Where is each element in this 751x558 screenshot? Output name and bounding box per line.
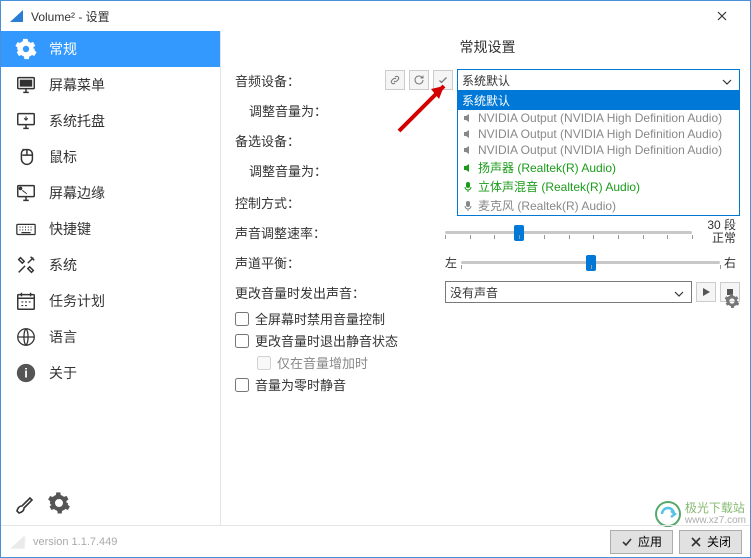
label-volume-speed: 声音调整速率： — [235, 223, 385, 242]
balance-slider[interactable] — [461, 261, 720, 264]
titlebar: Volume² - 设置 — [1, 1, 750, 31]
keyboard-icon — [13, 218, 39, 240]
svg-text:i: i — [24, 366, 28, 381]
dropdown-option[interactable]: NVIDIA Output (NVIDIA High Definition Au… — [458, 110, 739, 126]
sound-selected: 没有声音 — [450, 284, 671, 301]
tools-icon — [13, 254, 39, 276]
sound-select[interactable]: 没有声音 — [445, 281, 692, 303]
mouse-icon — [13, 146, 39, 168]
sidebar-item-system[interactable]: 系统 — [1, 247, 220, 283]
close-button[interactable] — [702, 1, 742, 31]
apply-button[interactable]: 应用 — [610, 530, 673, 554]
volume-triangle-icon: 2 — [9, 533, 27, 551]
sidebar-item-label: 系统托盘 — [49, 111, 105, 131]
mic-icon — [462, 181, 474, 193]
chevron-down-icon — [671, 285, 687, 300]
sidebar-footer — [1, 483, 220, 525]
settings-gear-icon[interactable] — [724, 293, 740, 309]
dropdown-option[interactable]: NVIDIA Output (NVIDIA High Definition Au… — [458, 142, 739, 158]
calendar-icon — [13, 290, 39, 312]
check-icon — [621, 536, 633, 548]
tray-icon — [13, 110, 39, 132]
label-adjust-volume2: 调整音量为： — [235, 161, 385, 180]
sidebar-item-tray[interactable]: 系统托盘 — [1, 103, 220, 139]
gear-small-icon[interactable] — [47, 491, 71, 515]
version-text: version 1.1.7.449 — [33, 536, 604, 548]
sidebar-item-general[interactable]: 常规 — [1, 31, 220, 67]
label-control-method: 控制方式： — [235, 193, 385, 212]
content-title: 常规设置 — [235, 37, 740, 57]
sidebar-item-osd[interactable]: 屏幕菜单 — [1, 67, 220, 103]
speaker-icon — [462, 112, 474, 124]
sidebar: 常规 屏幕菜单 系统托盘 鼠标 — [1, 31, 221, 525]
dropdown-option[interactable]: 扬声器 (Realtek(R) Audio) — [458, 158, 739, 177]
label-backup-device: 备选设备： — [235, 131, 385, 150]
sidebar-item-label: 鼠标 — [49, 147, 77, 167]
globe-icon — [13, 326, 39, 348]
audio-device-selected: 系统默认 — [462, 72, 719, 89]
checkbox-exit-mute[interactable]: 更改音量时退出静音状态 — [235, 331, 740, 350]
sidebar-item-label: 关于 — [49, 363, 77, 383]
speaker-icon — [462, 128, 474, 140]
label-audio-device: 音频设备： — [235, 71, 385, 90]
play-icon[interactable] — [696, 282, 716, 302]
audio-device-dropdown: 系统默认 NVIDIA Output (NVIDIA High Definiti… — [457, 90, 740, 216]
brush-icon[interactable] — [13, 491, 37, 515]
speed-slider[interactable] — [445, 231, 692, 234]
speed-normal: 正常 — [696, 232, 736, 245]
dropdown-option[interactable]: 系统默认 — [458, 91, 739, 110]
sidebar-item-label: 屏幕菜单 — [49, 75, 105, 95]
link-icon[interactable] — [385, 70, 405, 90]
sidebar-item-hotkeys[interactable]: 快捷键 — [1, 211, 220, 247]
sidebar-item-about[interactable]: i 关于 — [1, 355, 220, 391]
check-icon[interactable] — [433, 70, 453, 90]
balance-left: 左 — [445, 254, 457, 271]
info-icon: i — [13, 362, 39, 384]
sidebar-item-label: 快捷键 — [49, 219, 91, 239]
sidebar-item-edges[interactable]: 屏幕边缘 — [1, 175, 220, 211]
content-panel: 常规设置 音频设备： 系统默认 系统默认 NVIDIA Output — [221, 31, 750, 525]
chevron-down-icon — [719, 73, 735, 88]
speaker-icon — [462, 162, 474, 174]
svg-text:2: 2 — [23, 537, 27, 544]
sidebar-item-label: 语言 — [49, 327, 77, 347]
gear-icon — [13, 38, 39, 60]
sidebar-item-label: 屏幕边缘 — [49, 183, 105, 203]
sidebar-item-language[interactable]: 语言 — [1, 319, 220, 355]
checkbox-zero-mute[interactable]: 音量为零时静音 — [235, 375, 740, 394]
app-icon — [9, 8, 25, 24]
dropdown-option[interactable]: 立体声混音 (Realtek(R) Audio) — [458, 177, 739, 196]
balance-right: 右 — [724, 254, 736, 271]
sidebar-item-label: 系统 — [49, 255, 77, 275]
label-adjust-volume: 调整音量为： — [235, 101, 385, 120]
window-title: Volume² - 设置 — [31, 8, 702, 25]
footer: 2 version 1.1.7.449 应用 关闭 — [1, 525, 750, 557]
label-change-sound: 更改音量时发出声音： — [235, 283, 405, 302]
refresh-icon[interactable] — [409, 70, 429, 90]
sidebar-item-label: 任务计划 — [49, 291, 105, 311]
audio-device-select[interactable]: 系统默认 系统默认 NVIDIA Output (NVIDIA High Def… — [457, 69, 740, 91]
dropdown-option[interactable]: NVIDIA Output (NVIDIA High Definition Au… — [458, 126, 739, 142]
x-icon — [690, 536, 702, 548]
checkbox-fullscreen[interactable]: 全屏幕时禁用音量控制 — [235, 309, 740, 328]
sidebar-item-label: 常规 — [49, 39, 77, 59]
dropdown-option[interactable]: 麦克风 (Realtek(R) Audio) — [458, 196, 739, 215]
screen-edge-icon — [13, 182, 39, 204]
label-balance: 声道平衡： — [235, 253, 385, 272]
monitor-icon — [13, 74, 39, 96]
close-footer-button[interactable]: 关闭 — [679, 530, 742, 554]
checkbox-only-increase[interactable]: 仅在音量增加时 — [257, 353, 740, 372]
mic-icon — [462, 200, 474, 212]
sidebar-item-mouse[interactable]: 鼠标 — [1, 139, 220, 175]
speaker-icon — [462, 144, 474, 156]
sidebar-item-schedule[interactable]: 任务计划 — [1, 283, 220, 319]
